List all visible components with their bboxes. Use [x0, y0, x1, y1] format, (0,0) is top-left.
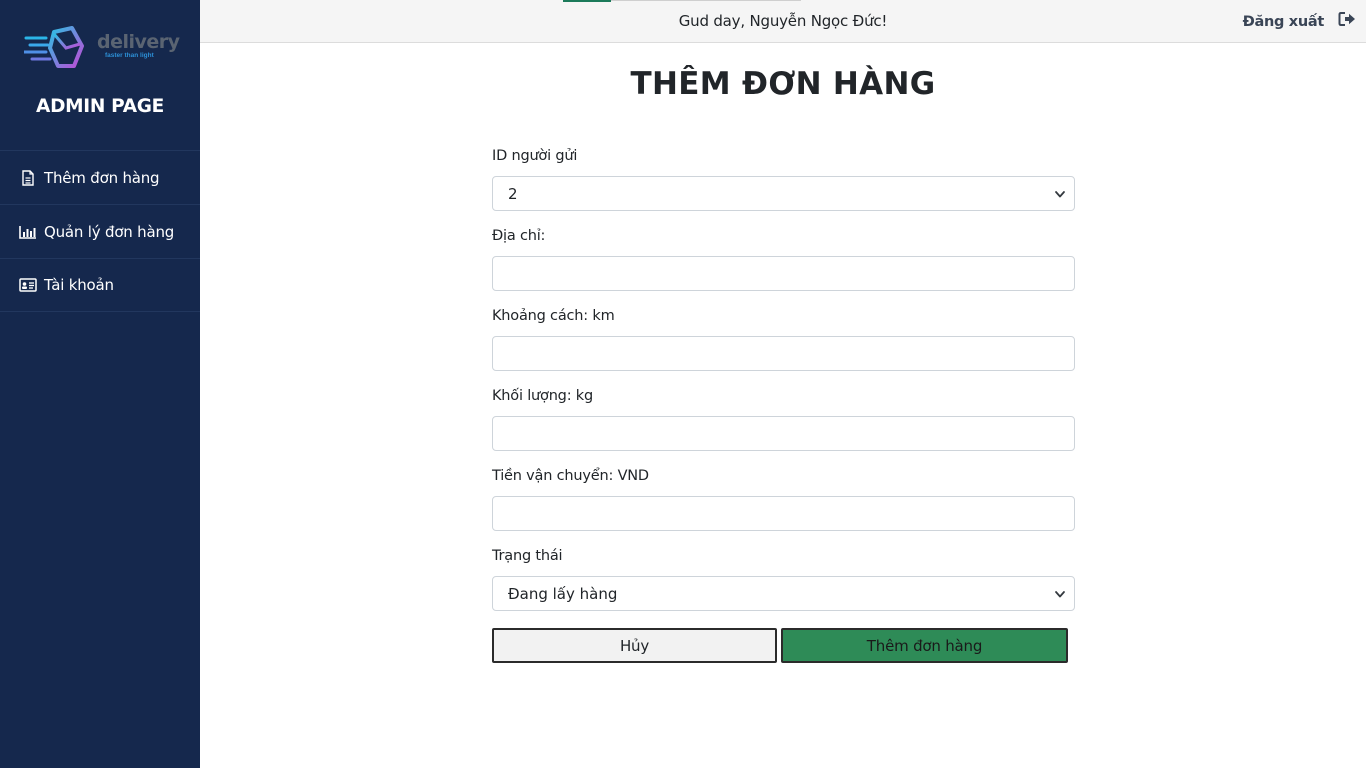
sidebar-item-add-order[interactable]: Thêm đơn hàng [0, 150, 200, 204]
status-value: Đang lấy hàng [508, 584, 618, 603]
form-actions: Hủy Thêm đơn hàng [492, 628, 1068, 663]
sign-out-icon [1338, 11, 1356, 32]
shipping-fee-input[interactable] [492, 496, 1075, 531]
address-label: Địa chỉ: [492, 228, 546, 244]
sidebar-item-label: Thêm đơn hàng [44, 168, 160, 187]
file-icon [19, 169, 37, 187]
logout-button[interactable]: Đăng xuất [1243, 11, 1356, 32]
delivery-logo-icon [22, 26, 84, 68]
chevron-down-icon [1055, 190, 1065, 197]
bar-chart-icon [19, 223, 37, 241]
add-order-form: ID người gửi 2 Địa chỉ: Khoảng cách: km … [492, 145, 1075, 625]
top-bar: Gud day, Nguyễn Ngọc Đức! Đăng xuất [200, 0, 1366, 43]
add-order-button[interactable]: Thêm đơn hàng [781, 628, 1068, 663]
top-accent-bar [563, 0, 611, 2]
sidebar-item-manage-orders[interactable]: Quản lý đơn hàng [0, 204, 200, 258]
greeting-text: Gud day, Nguyễn Ngọc Đức! [678, 12, 888, 30]
sidebar: delivery faster than light ADMIN PAGE Th… [0, 0, 200, 768]
delivery-logo[interactable]: delivery faster than light [22, 26, 184, 72]
page-title: THÊM ĐƠN HÀNG [630, 66, 936, 102]
sidebar-item-label: Quản lý đơn hàng [44, 222, 175, 241]
sender-id-select[interactable]: 2 [492, 176, 1075, 211]
sidebar-nav: Thêm đơn hàng Quản lý đơn hàng Tài khoản [0, 150, 200, 312]
weight-label: Khối lượng: kg [492, 388, 593, 404]
top-divider [611, 0, 801, 1]
admin-page-title: ADMIN PAGE [36, 96, 164, 117]
chevron-down-icon [1055, 590, 1065, 597]
logout-label: Đăng xuất [1242, 13, 1325, 30]
sidebar-item-label: Tài khoản [44, 276, 114, 294]
logo-wordmark: delivery [97, 31, 180, 53]
sender-id-label: ID người gửi [492, 148, 578, 164]
id-card-icon [19, 276, 37, 294]
shipping-fee-label: Tiền vận chuyển: VND [492, 468, 649, 484]
status-label: Trạng thái [492, 548, 563, 564]
status-select[interactable]: Đang lấy hàng [492, 576, 1075, 611]
distance-label: Khoảng cách: km [492, 308, 615, 324]
sender-id-value: 2 [508, 184, 518, 203]
cancel-button[interactable]: Hủy [492, 628, 777, 663]
distance-input[interactable] [492, 336, 1075, 371]
sidebar-item-account[interactable]: Tài khoản [0, 258, 200, 312]
address-input[interactable] [492, 256, 1075, 291]
weight-input[interactable] [492, 416, 1075, 451]
logo-tagline: faster than light [105, 52, 154, 59]
